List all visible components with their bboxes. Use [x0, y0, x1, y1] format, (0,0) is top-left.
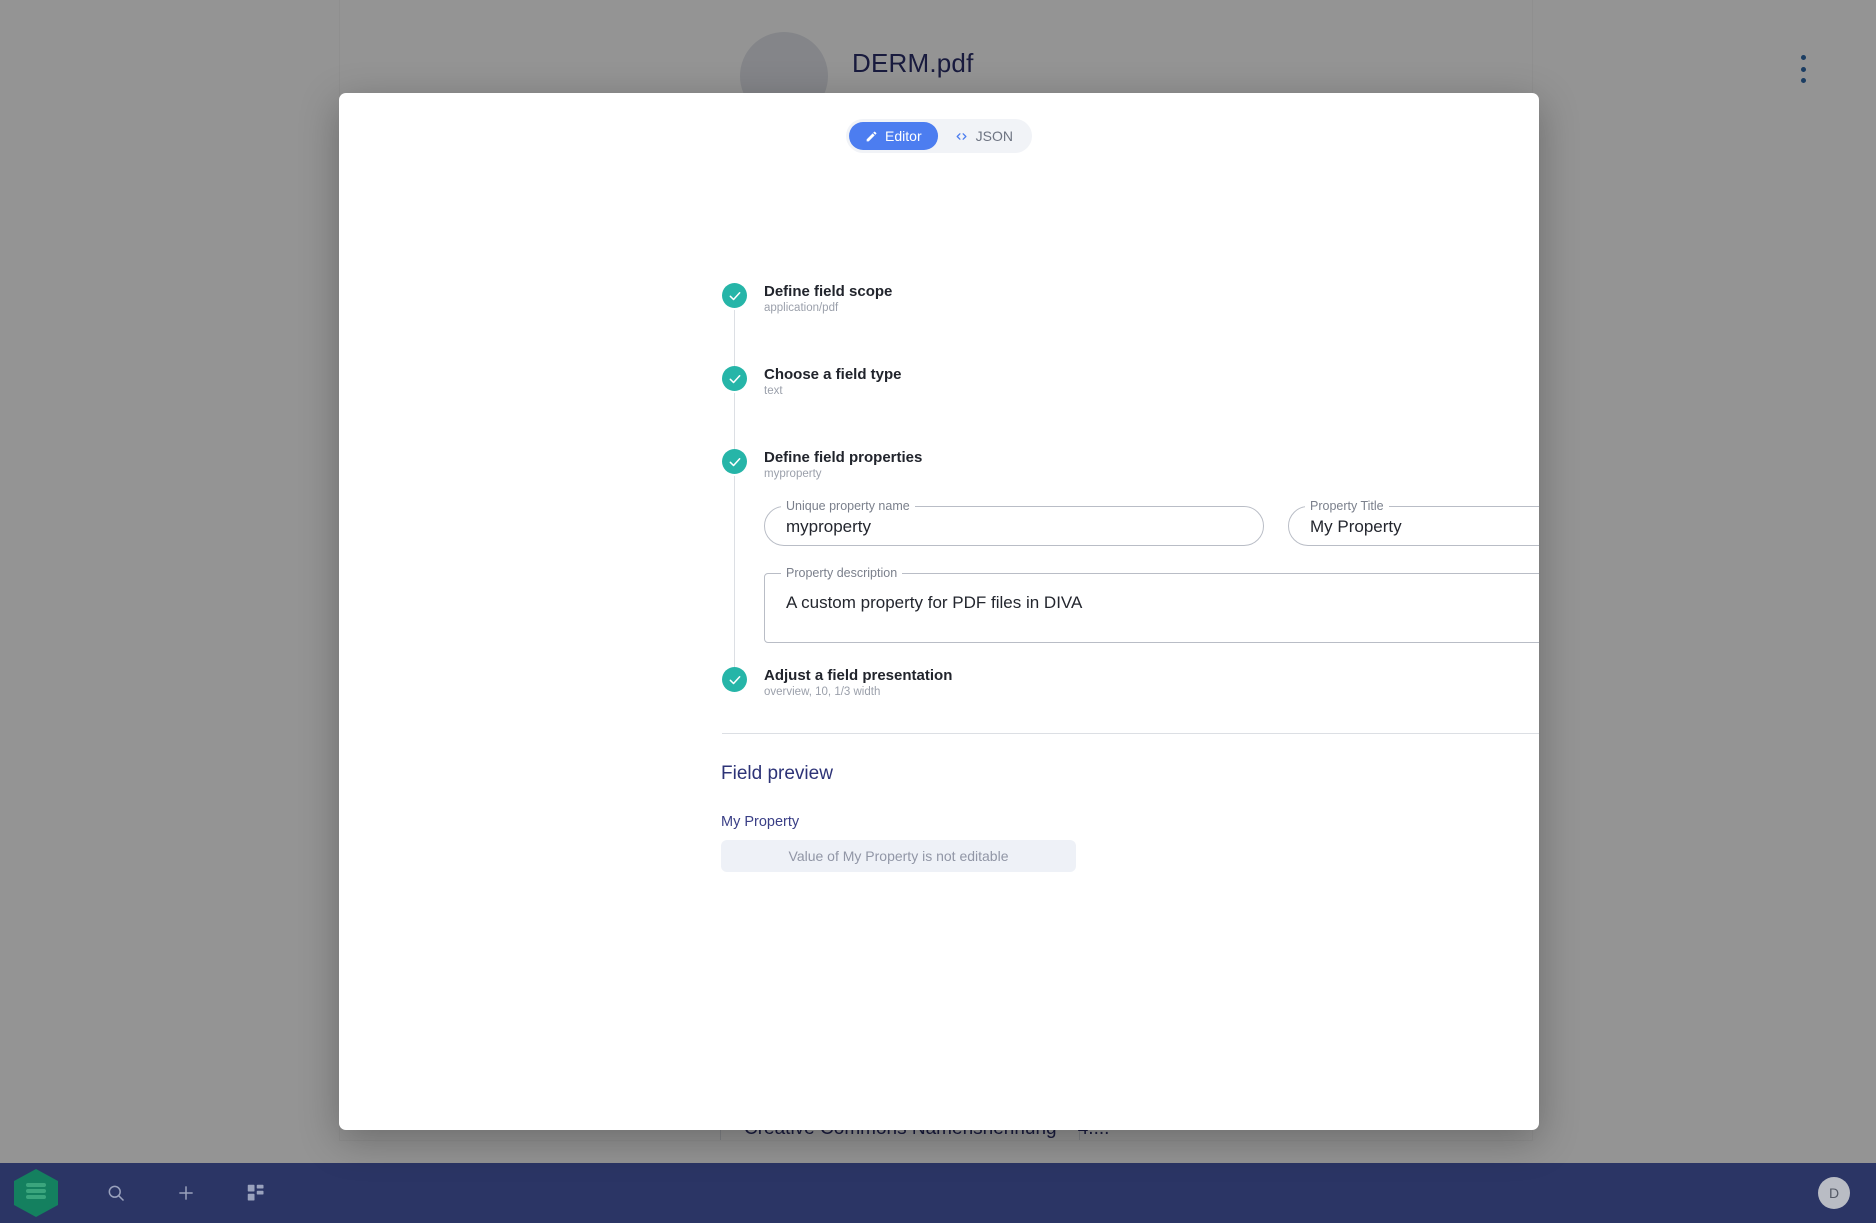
tab-json-label: JSON — [975, 128, 1013, 144]
property-description-value: A custom property for PDF files in DIVA — [786, 593, 1083, 612]
step-title: Define field properties — [764, 449, 923, 466]
step-define-field-properties[interactable]: Define field properties myproperty Uniqu… — [722, 449, 1539, 673]
step-subtitle: overview, 10, 1/3 width — [764, 686, 881, 698]
create-field-dialog: Editor JSON Define field scope applicati… — [339, 93, 1539, 1130]
tab-json[interactable]: JSON — [938, 122, 1029, 150]
check-circle-icon — [722, 366, 747, 391]
preview-field-label: My Property — [721, 814, 800, 830]
property-description-label: Property description — [786, 566, 898, 580]
field-properties-form: Unique property name myproperty Property… — [764, 482, 1539, 653]
search-icon[interactable] — [94, 1171, 138, 1215]
tab-editor[interactable]: Editor — [849, 122, 938, 150]
step-choose-field-type[interactable]: Choose a field type text — [722, 366, 1539, 455]
step-define-field-scope[interactable]: Define field scope application/pdf — [722, 283, 1539, 372]
property-title-label: Property Title — [1310, 499, 1384, 513]
user-avatar[interactable]: D — [1818, 1177, 1850, 1209]
step-adjust-field-presentation[interactable]: Adjust a field presentation overview, 10… — [722, 667, 1539, 711]
tab-editor-label: Editor — [885, 128, 922, 144]
step-subtitle: application/pdf — [764, 302, 839, 314]
preview-field-input: Value of My Property is not editable — [721, 840, 1076, 872]
step-title: Define field scope — [764, 283, 893, 300]
step-title: Adjust a field presentation — [764, 667, 953, 684]
check-circle-icon — [722, 667, 747, 692]
grid-apps-icon[interactable] — [234, 1171, 278, 1215]
section-divider — [722, 733, 1539, 734]
property-title-input[interactable]: Property Title My Property — [1288, 500, 1539, 546]
property-name-title-row: Unique property name myproperty Property… — [764, 500, 1539, 546]
code-brackets-icon — [954, 130, 969, 143]
database-hexagon-logo[interactable] — [14, 1169, 58, 1217]
step-connector — [734, 310, 735, 372]
unique-property-name-label: Unique property name — [786, 499, 910, 513]
bottom-app-bar: D — [0, 1163, 1876, 1223]
property-description-textarea[interactable]: Property description A custom property f… — [764, 567, 1539, 643]
unique-property-name-value: myproperty — [786, 517, 872, 536]
step-subtitle: text — [764, 385, 783, 397]
step-connector — [734, 476, 735, 673]
unique-property-name-input[interactable]: Unique property name myproperty — [764, 500, 1264, 546]
pencil-icon — [865, 130, 878, 143]
check-circle-icon — [722, 283, 747, 308]
field-wizard-stepper: Define field scope application/pdf Choos… — [722, 283, 1539, 711]
plus-icon[interactable] — [164, 1171, 208, 1215]
step-connector — [734, 393, 735, 455]
mode-toggle-group: Editor JSON — [846, 119, 1032, 153]
step-title: Choose a field type — [764, 366, 902, 383]
step-subtitle: myproperty — [764, 468, 822, 480]
field-preview-heading: Field preview — [721, 763, 833, 784]
check-circle-icon — [722, 449, 747, 474]
property-title-value: My Property — [1310, 517, 1402, 536]
